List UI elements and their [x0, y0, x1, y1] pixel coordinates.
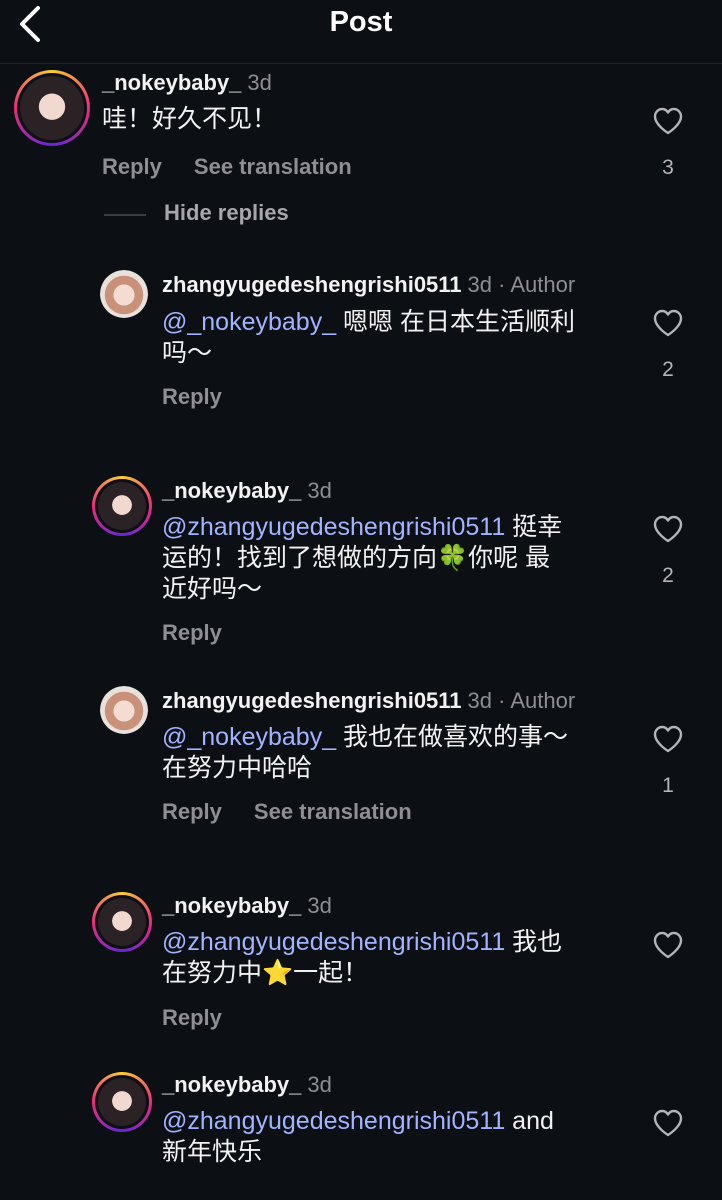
like-heart-icon[interactable]: [652, 1108, 684, 1138]
see-translation-button[interactable]: See translation: [194, 154, 352, 179]
username[interactable]: zhangyugedeshengrishi0511: [162, 688, 462, 713]
top-bar: Post: [0, 0, 722, 64]
timestamp: 3d: [467, 688, 493, 713]
username[interactable]: _nokeybaby_: [102, 70, 241, 95]
clover-emoji: 🍀: [437, 544, 469, 572]
avatar[interactable]: [100, 270, 148, 318]
mention-link[interactable]: @zhangyugedeshengrishi0511: [162, 513, 505, 541]
like-count: 2: [662, 358, 674, 381]
reply-button[interactable]: Reply: [162, 384, 222, 409]
like-heart-icon[interactable]: [652, 308, 684, 338]
comment-text: @zhangyugedeshengrishi0511 挺幸 运的！找到了想做的方向…: [162, 513, 563, 603]
username[interactable]: _nokeybaby_: [162, 893, 301, 918]
like-count: 2: [662, 564, 674, 587]
mention-link[interactable]: @_nokeybaby_: [162, 308, 336, 336]
hide-replies-label: Hide replies: [164, 200, 289, 225]
author-badge: Author: [510, 688, 576, 713]
avatar[interactable]: [92, 1072, 152, 1132]
like-heart-icon[interactable]: [652, 724, 684, 754]
like-heart-icon[interactable]: [652, 930, 684, 960]
username[interactable]: _nokeybaby_: [162, 1072, 301, 1097]
mention-link[interactable]: @_nokeybaby_: [162, 723, 336, 751]
comment-text: 哇！好久不见！: [102, 105, 278, 133]
timestamp: 3d: [307, 478, 332, 503]
see-translation-button[interactable]: See translation: [254, 799, 412, 824]
timestamp: 3d: [247, 70, 272, 95]
comment-text: @_nokeybaby_ 我也在做喜欢的事～ 在努力中哈哈: [162, 723, 569, 782]
reply-button[interactable]: Reply: [162, 620, 222, 645]
timestamp: 3d: [467, 272, 493, 297]
avatar[interactable]: [14, 70, 90, 146]
like-heart-icon[interactable]: [652, 514, 684, 544]
timestamp: 3d: [307, 1072, 332, 1097]
reply-button[interactable]: Reply: [102, 154, 162, 179]
divider: [104, 214, 146, 216]
like-heart-icon[interactable]: [652, 106, 684, 136]
mention-link[interactable]: @zhangyugedeshengrishi0511: [162, 928, 505, 956]
avatar[interactable]: [100, 686, 148, 734]
timestamp: 3d: [307, 893, 332, 918]
avatar[interactable]: [92, 476, 152, 536]
username[interactable]: zhangyugedeshengrishi0511: [162, 272, 462, 297]
mention-link[interactable]: @zhangyugedeshengrishi0511: [162, 1107, 505, 1135]
like-count: 3: [662, 156, 674, 179]
comment-text: @zhangyugedeshengrishi0511 and 新年快乐: [162, 1107, 554, 1166]
star-emoji: ⭐: [262, 959, 294, 987]
avatar[interactable]: [92, 892, 152, 952]
reply-button[interactable]: Reply: [162, 799, 222, 824]
author-badge: Author: [510, 272, 576, 297]
comment-text: @_nokeybaby_ 嗯嗯 在日本生活顺利 吗～: [162, 308, 576, 367]
like-count: 1: [662, 774, 674, 797]
reply-button[interactable]: Reply: [162, 1005, 222, 1030]
username[interactable]: _nokeybaby_: [162, 478, 301, 503]
page-title: Post: [329, 6, 393, 38]
comment-text: @zhangyugedeshengrishi0511 我也 在努力中⭐一起！: [162, 928, 563, 987]
